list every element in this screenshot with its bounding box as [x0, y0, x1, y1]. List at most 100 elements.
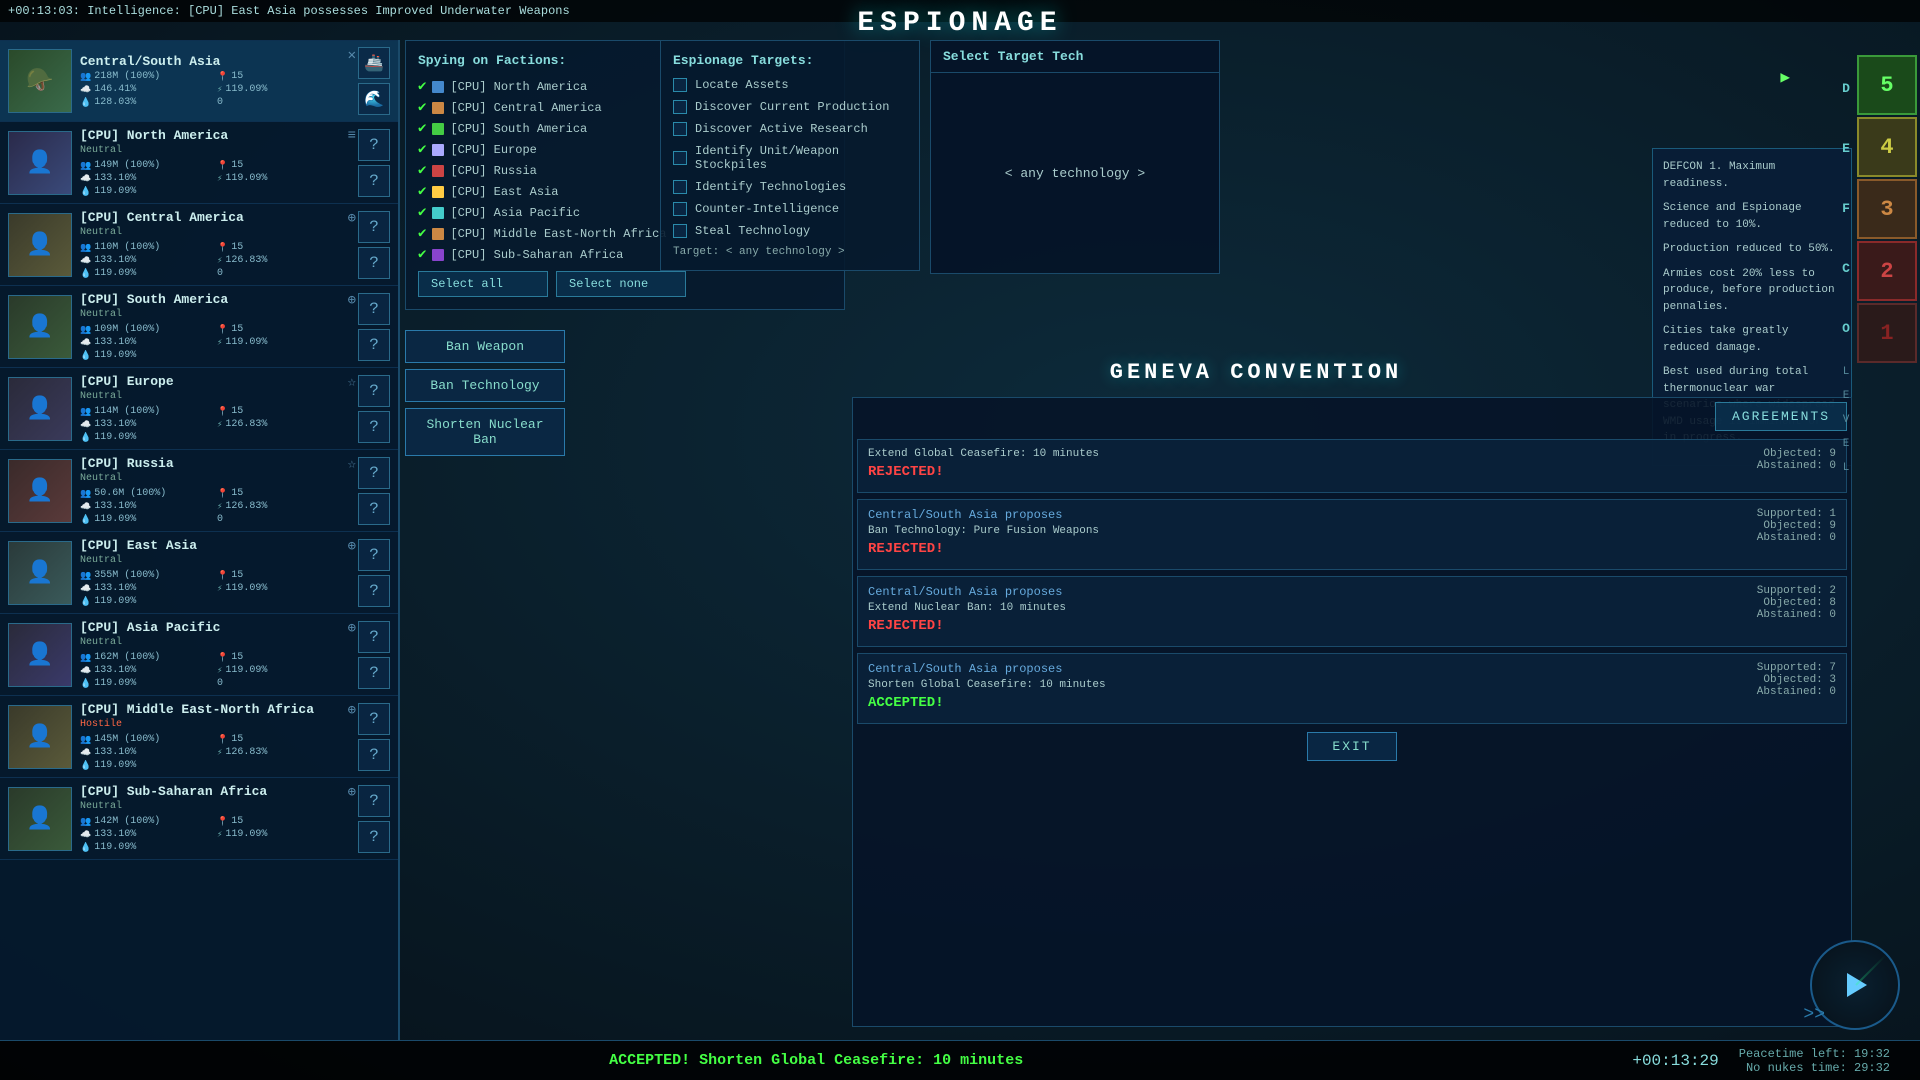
faction-stats-ss: 👥142M (100%) 📍15 ☁️133.10% ⚡119.09% 💧119… [80, 816, 352, 853]
checkbox-counter[interactable] [673, 202, 687, 216]
faction-info-ss2[interactable]: ? [358, 821, 390, 853]
info-line-3: Production reduced to 50%. [1663, 241, 1841, 258]
faction-info-ss: [CPU] Sub-Saharan Africa Neutral 👥142M (… [80, 784, 352, 853]
faction-card-sub-saharan[interactable]: 👤 [CPU] Sub-Saharan Africa Neutral 👥142M… [0, 778, 398, 860]
tech-display[interactable]: < any technology > [931, 73, 1219, 273]
target-active-research[interactable]: Discover Active Research [673, 122, 907, 136]
checkbox-production[interactable] [673, 100, 687, 114]
bottom-bar: ACCEPTED! Shorten Global Ceasefire: 10 m… [0, 1040, 1920, 1080]
faction-avatar-ea: 👤 [8, 541, 72, 605]
faction-info-ru2[interactable]: ? [358, 493, 390, 525]
checkbox-stockpiles[interactable] [673, 151, 687, 165]
faction-right-eu: ? ? [358, 375, 390, 443]
faction-help-me[interactable]: ? [358, 703, 390, 735]
faction-corner-close[interactable]: ✕ [348, 47, 356, 64]
faction-help-ru[interactable]: ? [358, 457, 390, 489]
faction-card-south-america[interactable]: 👤 [CPU] South America Neutral 👥109M (100… [0, 286, 398, 368]
shorten-nuclear-ban-button[interactable]: Shorten Nuclear Ban [405, 408, 565, 456]
ban-weapon-button[interactable]: Ban Weapon [405, 330, 565, 363]
target-tech-info: Target: < any technology > [673, 246, 907, 258]
faction-card-europe[interactable]: 👤 [CPU] Europe Neutral 👥114M (100%) 📍15 … [0, 368, 398, 450]
target-current-production[interactable]: Discover Current Production [673, 100, 907, 114]
spy-name-eu: [CPU] Europe [450, 143, 536, 157]
faction-avatar-ss: 👤 [8, 787, 72, 851]
faction-status-ca: Neutral [80, 227, 352, 238]
faction-info-eu: [CPU] Europe Neutral 👥114M (100%) 📍15 ☁️… [80, 374, 352, 443]
faction-right-na: ? ? [358, 129, 390, 197]
faction-stats-ea: 👥355M (100%) 📍15 ☁️133.10% ⚡119.09% 💧119… [80, 570, 352, 607]
faction-card-player[interactable]: 🪖 Central/South Asia 👥218M (100%) 📍15 ☁️… [0, 40, 398, 122]
faction-help-eu[interactable]: ? [358, 375, 390, 407]
faction-avatar-me: 👤 [8, 705, 72, 769]
dot-sa [432, 123, 444, 135]
faction-help-ap[interactable]: ? [358, 621, 390, 653]
faction-right-ap: ? ? [358, 621, 390, 689]
faction-help-ca[interactable]: ? [358, 211, 390, 243]
check-ru: ✔ [418, 162, 426, 179]
faction-card-north-america[interactable]: 👤 [CPU] North America Neutral 👥149M (100… [0, 122, 398, 204]
faction-info-icon-na[interactable]: ? [358, 165, 390, 197]
info-line-4: Armies cost 20% less to produce, before … [1663, 266, 1841, 316]
skip-forward-button[interactable]: >> [1803, 1005, 1825, 1025]
faction-card-east-asia[interactable]: 👤 [CPU] East Asia Neutral 👥355M (100%) 📍… [0, 532, 398, 614]
faction-card-russia[interactable]: 👤 [CPU] Russia Neutral 👥50.6M (100%) 📍15… [0, 450, 398, 532]
ban-technology-button[interactable]: Ban Technology [405, 369, 565, 402]
faction-info-ea2[interactable]: ? [358, 575, 390, 607]
spy-name-na: [CPU] North America [450, 80, 587, 94]
faction-info-ca[interactable]: ? [358, 247, 390, 279]
defcon-5[interactable]: 5 [1857, 55, 1917, 115]
check-ss: ✔ [418, 246, 426, 263]
defcon-4[interactable]: 4 [1857, 117, 1917, 177]
faction-ship-icon[interactable]: 🚢 [358, 47, 390, 79]
faction-card-central-america[interactable]: 👤 [CPU] Central America Neutral 👥110M (1… [0, 204, 398, 286]
dot-ap [432, 207, 444, 219]
faction-help-ea[interactable]: ? [358, 539, 390, 571]
target-steal-technology[interactable]: Steal Technology [673, 224, 907, 238]
faction-right-ss: ? ? [358, 785, 390, 853]
faction-flag-ea: ⊕ [348, 538, 356, 555]
agreement-entry-3: Central/South Asia proposes Extend Nucle… [857, 576, 1847, 647]
faction-sub-icon[interactable]: 🌊 [358, 83, 390, 115]
peace-time-area: Peacetime left: 19:32 No nukes time: 29:… [1739, 1047, 1890, 1075]
faction-list-panel: 🪖 Central/South Asia 👥218M (100%) 📍15 ☁️… [0, 40, 400, 1040]
agreements-button[interactable]: AGREEMENTS [1715, 402, 1847, 431]
faction-help-icon-na[interactable]: ? [358, 129, 390, 161]
checkbox-research[interactable] [673, 122, 687, 136]
faction-help-ss[interactable]: ? [358, 785, 390, 817]
faction-status-eu: Neutral [80, 391, 352, 402]
agreements-header: AGREEMENTS [857, 402, 1847, 431]
faction-info-me2[interactable]: ? [358, 739, 390, 771]
faction-info-ca: [CPU] Central America Neutral 👥110M (100… [80, 210, 352, 279]
faction-name-sa: [CPU] South America [80, 292, 352, 307]
agreement-status-2: REJECTED! [868, 541, 1099, 557]
faction-info-ap2[interactable]: ? [358, 657, 390, 689]
agreement-votes-1: Objected: 9 Abstained: 0 [1757, 448, 1836, 484]
target-stockpiles[interactable]: Identify Unit/Weapon Stockpiles [673, 144, 907, 172]
check-me: ✔ [418, 225, 426, 242]
defcon-5-number: 5 [1880, 73, 1893, 98]
exit-button[interactable]: EXIT [1307, 732, 1396, 761]
level-e2: E [1836, 432, 1856, 456]
agreement-desc-3: Extend Nuclear Ban: 10 minutes [868, 602, 1066, 614]
faction-help-sa[interactable]: ? [358, 293, 390, 325]
checkbox-steal[interactable] [673, 224, 687, 238]
checkbox-technologies[interactable] [673, 180, 687, 194]
checkbox-locate[interactable] [673, 78, 687, 92]
select-all-button[interactable]: Select all [418, 271, 548, 297]
faction-card-middle-east[interactable]: 👤 [CPU] Middle East-North Africa Hostile… [0, 696, 398, 778]
faction-info-sa[interactable]: ? [358, 329, 390, 361]
target-counter-intelligence[interactable]: Counter-Intelligence [673, 202, 907, 216]
agreement-desc-2: Ban Technology: Pure Fusion Weapons [868, 525, 1099, 537]
target-technologies[interactable]: Identify Technologies [673, 180, 907, 194]
target-steal-label: Steal Technology [695, 224, 810, 238]
defcon-letter-c: C [1836, 238, 1856, 298]
defcon-2[interactable]: 2 [1857, 241, 1917, 301]
defcon-1[interactable]: 1 [1857, 303, 1917, 363]
defcon-1-number: 1 [1880, 321, 1893, 346]
select-none-button[interactable]: Select none [556, 271, 686, 297]
faction-card-asia-pacific[interactable]: 👤 [CPU] Asia Pacific Neutral 👥162M (100%… [0, 614, 398, 696]
target-locate-assets[interactable]: Locate Assets [673, 78, 907, 92]
faction-info-eu2[interactable]: ? [358, 411, 390, 443]
peacetime-display: Peacetime left: 19:32 [1739, 1047, 1890, 1061]
defcon-3[interactable]: 3 [1857, 179, 1917, 239]
